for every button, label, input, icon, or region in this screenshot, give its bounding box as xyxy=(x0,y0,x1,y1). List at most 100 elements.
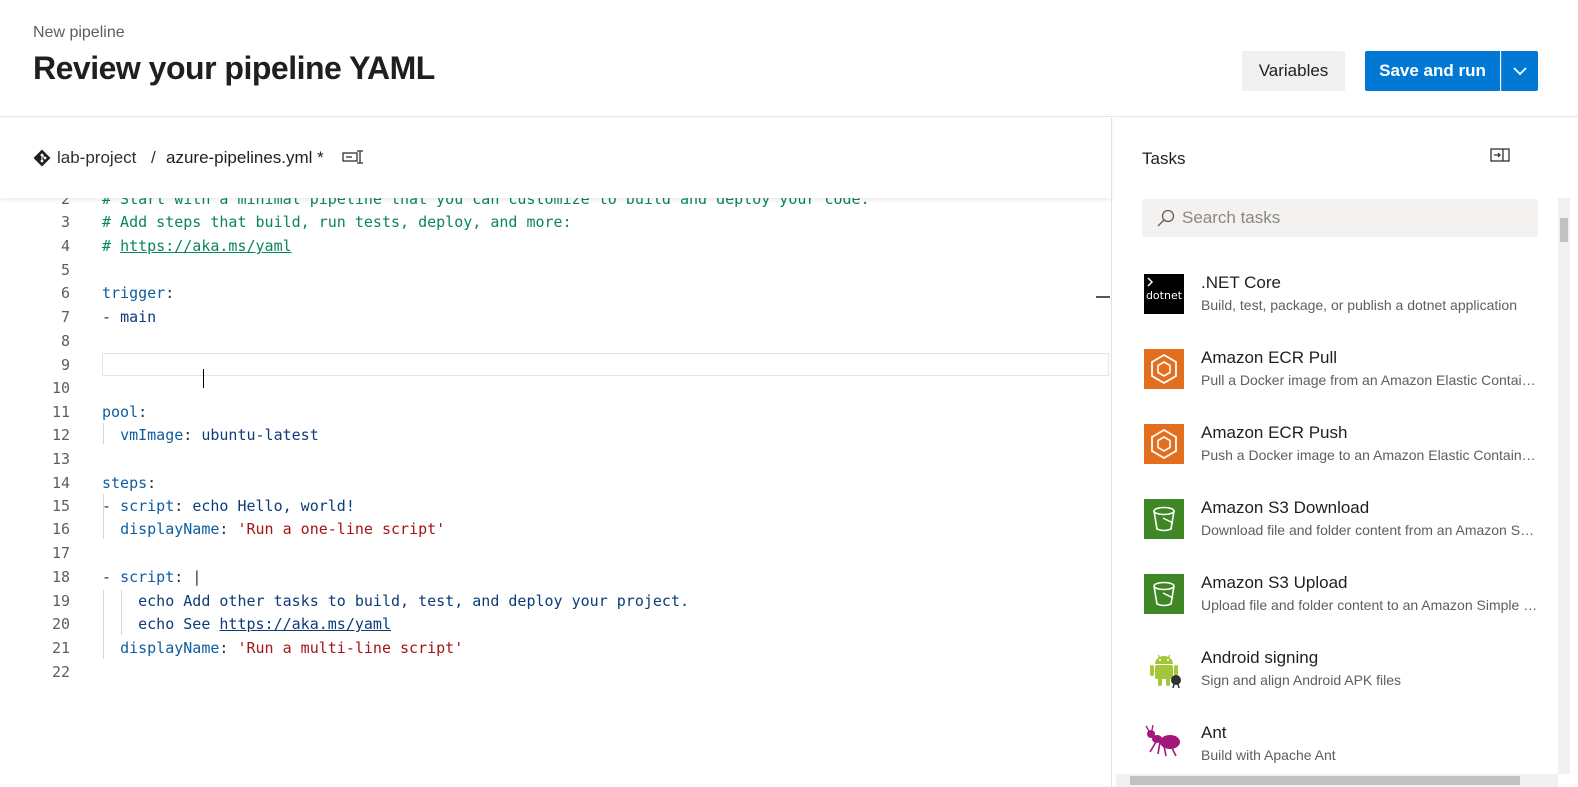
line-number: 3 xyxy=(60,213,70,231)
yaml-string: 'Run a multi-line script' xyxy=(237,639,464,657)
task-description: Push a Docker image to an Amazon Elastic… xyxy=(1201,447,1541,463)
task-description: Build, test, package, or publish a dotne… xyxy=(1201,297,1517,313)
task-search-input[interactable] xyxy=(1182,199,1532,237)
yaml-key: script xyxy=(120,497,175,515)
task-item-amazon-ecr-push[interactable]: Amazon ECR Push Push a Docker image to a… xyxy=(1142,423,1542,486)
line-number: 14 xyxy=(51,474,70,492)
aws-ecr-icon xyxy=(1144,424,1184,464)
variables-button[interactable]: Variables xyxy=(1242,51,1345,91)
panel-divider xyxy=(1111,118,1112,787)
code-line: # Add steps that build, run tests, deplo… xyxy=(102,213,572,231)
code-comment: # xyxy=(102,237,121,255)
line-number: 19 xyxy=(51,592,70,610)
code-comment: # Start with a minimal pipeline that you… xyxy=(102,198,870,208)
yaml-colon: : xyxy=(138,403,148,421)
task-search-box[interactable] xyxy=(1142,199,1538,237)
yaml-key: displayName xyxy=(120,639,220,657)
task-name: Amazon S3 Download xyxy=(1201,498,1370,517)
line-number: 5 xyxy=(60,261,70,279)
line-number: 12 xyxy=(51,426,70,444)
task-description: Pull a Docker image from an Amazon Elast… xyxy=(1201,372,1541,388)
code-line: trigger: xyxy=(102,284,174,302)
tasks-horizontal-scrollbar[interactable] xyxy=(1116,774,1558,787)
scrollbar-thumb[interactable] xyxy=(1560,218,1568,242)
yaml-dash: - xyxy=(102,308,121,326)
aws-ecr-icon xyxy=(1144,349,1184,389)
task-description: Sign and align Android APK files xyxy=(1201,672,1402,688)
yaml-colon: : xyxy=(183,426,193,444)
editor-breadcrumb: lab-project / azure-pipelines.yml * xyxy=(0,118,1111,198)
file-name: azure-pipelines.yml * xyxy=(166,148,324,167)
page-title: Review your pipeline YAML xyxy=(33,50,435,86)
task-name: Amazon ECR Pull xyxy=(1201,348,1338,367)
task-item-amazon-s3-download[interactable]: Amazon S3 Download Download file and fol… xyxy=(1142,498,1542,561)
yaml-editor[interactable]: 2 3 4 5 6 7 8 9 10 11 12 13 14 15 16 17 … xyxy=(0,198,1111,787)
task-name: Amazon ECR Push xyxy=(1201,423,1348,442)
yaml-value: ubuntu-latest xyxy=(201,426,319,444)
yaml-key: steps xyxy=(102,474,148,492)
tasks-vertical-scrollbar[interactable] xyxy=(1558,198,1570,774)
task-item-amazon-s3-upload[interactable]: Amazon S3 Upload Upload file and folder … xyxy=(1142,573,1542,636)
yaml-colon: : xyxy=(174,497,184,515)
code-comment: # Add steps that build, run tests, deplo… xyxy=(102,213,572,231)
tasks-panel: Tasks dotnet .NET Core Build, test, pack… xyxy=(1112,118,1578,787)
code-line: # Start with a minimal pipeline that you… xyxy=(102,198,870,208)
yaml-colon: : xyxy=(165,284,175,302)
yaml-key: script xyxy=(120,568,175,586)
aws-s3-icon xyxy=(1144,499,1184,539)
task-name: Amazon S3 Upload xyxy=(1201,573,1348,592)
yaml-value: echo Add other tasks to build, test, and… xyxy=(138,592,690,610)
task-description: Build with Apache Ant xyxy=(1201,747,1336,763)
yaml-value: main xyxy=(120,308,157,326)
scrollbar-thumb[interactable] xyxy=(1130,776,1520,785)
git-repo-icon xyxy=(33,149,51,167)
yaml-dash: - xyxy=(102,568,121,586)
line-number: 11 xyxy=(51,403,70,421)
task-description: Download file and folder content from an… xyxy=(1201,522,1541,538)
line-number: 21 xyxy=(51,639,70,657)
line-number: 4 xyxy=(60,237,70,255)
task-item-dotnet-core[interactable]: dotnet .NET Core Build, test, package, o… xyxy=(1142,273,1542,336)
task-item-android-signing[interactable]: Android signing Sign and align Android A… xyxy=(1142,648,1542,711)
yaml-block-indicator: | xyxy=(192,568,202,586)
chevron-down-icon xyxy=(1513,67,1527,76)
tasks-panel-title: Tasks xyxy=(1142,149,1186,168)
line-number: 8 xyxy=(60,332,70,350)
line-number: 16 xyxy=(51,520,70,538)
yaml-key: vmImage xyxy=(120,426,184,444)
line-number: 15 xyxy=(51,497,70,515)
line-number: 9 xyxy=(60,356,70,374)
task-description: Upload file and folder content to an Ama… xyxy=(1201,597,1541,613)
task-name: Android signing xyxy=(1201,648,1319,667)
text-cursor xyxy=(203,369,204,388)
code-line: # https://aka.ms/yaml xyxy=(102,237,292,255)
save-and-run-button[interactable]: Save and run xyxy=(1365,51,1500,91)
rename-icon[interactable] xyxy=(342,150,364,164)
line-number: 22 xyxy=(51,663,70,681)
yaml-string: 'Run a one-line script' xyxy=(237,520,446,538)
yaml-value: echo See xyxy=(138,615,220,633)
code-line: echo See https://aka.ms/yaml xyxy=(102,615,391,633)
ant-icon xyxy=(1145,724,1180,757)
yaml-key: pool xyxy=(102,403,139,421)
collapse-panel-icon[interactable] xyxy=(1490,148,1510,162)
task-item-amazon-ecr-pull[interactable]: Amazon ECR Pull Pull a Docker image from… xyxy=(1142,348,1542,411)
overview-ruler-mark xyxy=(1096,296,1110,298)
line-number: 17 xyxy=(51,544,70,562)
current-line-highlight xyxy=(102,353,1109,376)
task-name: .NET Core xyxy=(1201,273,1281,292)
yaml-colon: : xyxy=(174,568,184,586)
yaml-key: displayName xyxy=(120,520,220,538)
code-line: - script: | xyxy=(102,568,201,586)
yaml-docs-link[interactable]: https://aka.ms/yaml xyxy=(219,615,391,633)
yaml-key: trigger xyxy=(102,284,166,302)
dotnet-icon: dotnet xyxy=(1144,274,1184,314)
code-line: - main xyxy=(102,308,156,326)
repo-name-link[interactable]: lab-project xyxy=(57,148,136,168)
line-number: 18 xyxy=(51,568,70,586)
dotnet-logo-text: dotnet xyxy=(1146,289,1183,302)
save-options-dropdown-button[interactable] xyxy=(1501,51,1538,91)
yaml-docs-link[interactable]: https://aka.ms/yaml xyxy=(120,237,292,255)
line-number: 20 xyxy=(51,615,70,633)
aws-s3-icon xyxy=(1144,574,1184,614)
